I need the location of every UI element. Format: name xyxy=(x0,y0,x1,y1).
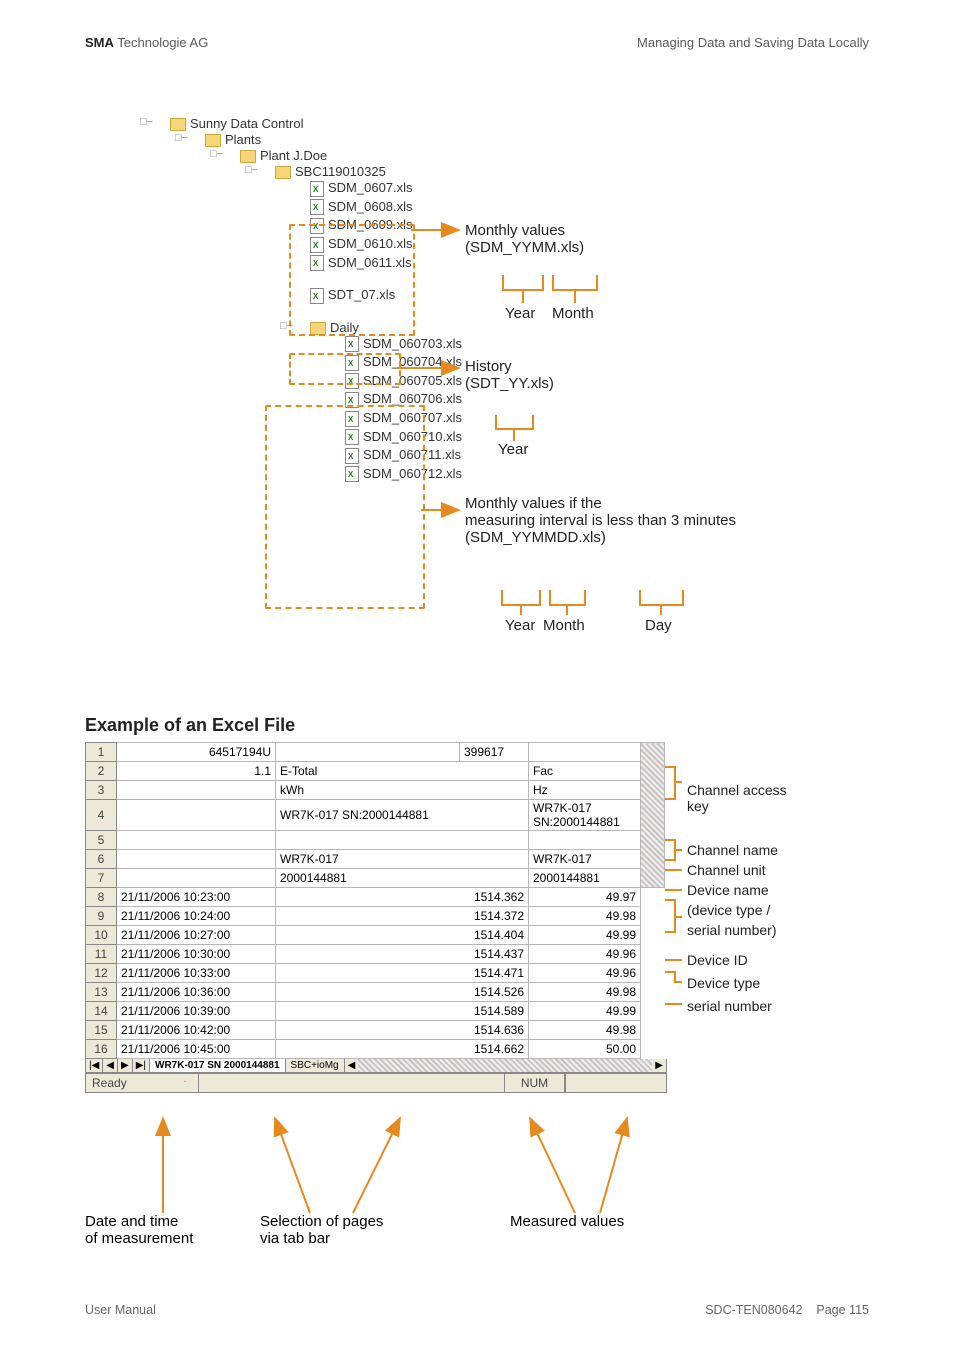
dash-box-daily xyxy=(265,405,425,609)
folder-icon xyxy=(275,166,291,179)
annot-year1: Year xyxy=(505,305,535,322)
folder-icon xyxy=(205,134,221,147)
annot-monthly: Monthly values(SDM_YYMM.xls) xyxy=(465,222,584,256)
footer-labels: Date and timeof measurement Selection of… xyxy=(85,1213,665,1273)
label-device-type1: (device type / xyxy=(687,902,770,918)
cell: 2000144881 xyxy=(529,869,641,888)
dash-box-history xyxy=(289,353,401,385)
label-channel-unit: Channel unit xyxy=(687,862,766,878)
tree-file: SDM_0607.xls xyxy=(310,179,462,198)
cell: 64517194U xyxy=(117,743,276,762)
xls-icon xyxy=(345,336,359,352)
excel-screenshot: 164517194U399617 21.1E-TotalFac 3kWhHz 4… xyxy=(85,742,665,1273)
cell: WR7K-017 SN:2000144881 xyxy=(276,800,529,831)
annot-history: History(SDT_YY.xls) xyxy=(465,358,554,392)
cell: 1.1 xyxy=(117,762,276,781)
cell: 2000144881 xyxy=(276,869,529,888)
annot-month1: Month xyxy=(552,305,594,322)
tab-bar: |◀ ◀ ▶ ▶| WR7K-017 SN 2000144881 SBC+ioM… xyxy=(85,1059,667,1073)
foot-values: Measured values xyxy=(510,1213,624,1230)
annot-month2: Month xyxy=(543,617,585,634)
dash-box-monthly xyxy=(289,224,415,336)
page-footer: User Manual SDC-TEN080642 Page 115 xyxy=(85,1303,869,1317)
scrollbar-horizontal[interactable] xyxy=(358,1059,652,1072)
page-header: SMA Technologie AG Managing Data and Sav… xyxy=(85,35,869,50)
label-channel-name: Channel name xyxy=(687,842,778,858)
section-heading: Example of an Excel File xyxy=(85,715,869,736)
status-bar: Ready NUM xyxy=(85,1073,667,1093)
tree-diagram: Sunny Data Control Plants Plant J.Doe SB… xyxy=(85,115,869,715)
cell: WR7K-017 xyxy=(276,850,529,869)
tree-file: SDM_060703.xls xyxy=(345,335,462,354)
cell: Fac xyxy=(529,762,641,781)
label-device-type2: serial number) xyxy=(687,922,776,938)
section-title-header: Managing Data and Saving Data Locally xyxy=(637,35,869,50)
sheet-tab-active[interactable]: WR7K-017 SN 2000144881 xyxy=(150,1059,286,1072)
label-device-type: Device type xyxy=(687,975,760,991)
label-device-name: Device name xyxy=(687,882,769,898)
cell: WR7K-017 xyxy=(529,850,641,869)
cell: kWh xyxy=(276,781,529,800)
xls-icon xyxy=(310,181,324,197)
annot-day: Day xyxy=(645,617,672,634)
status-num: NUM xyxy=(504,1074,565,1092)
brand-bold: SMA xyxy=(85,35,114,50)
label-device-id: Device ID xyxy=(687,952,748,968)
label-serial: serial number xyxy=(687,998,772,1014)
foot-date: Date and timeof measurement xyxy=(85,1213,193,1247)
folder-icon xyxy=(170,118,186,131)
sheet-tab[interactable]: SBC+ioMg xyxy=(286,1059,345,1072)
cell: 399617 xyxy=(460,743,529,762)
annot-year2: Year xyxy=(498,441,528,458)
nav-prev[interactable]: ◀ xyxy=(103,1059,118,1072)
annot-year3: Year xyxy=(505,617,535,634)
folder-icon xyxy=(240,150,256,163)
label-channel-access: Channel accesskey xyxy=(687,782,787,814)
cell: WR7K-017 SN:2000144881 xyxy=(529,800,641,831)
footer-right: SDC-TEN080642 Page 115 xyxy=(705,1303,869,1317)
nav-next[interactable]: ▶ xyxy=(118,1059,133,1072)
annot-daily: Monthly values if themeasuring interval … xyxy=(465,495,736,546)
foot-tabs: Selection of pagesvia tab bar xyxy=(260,1213,383,1247)
tree-file: SDM_0608.xls xyxy=(310,198,462,217)
status-ready: Ready xyxy=(86,1074,199,1092)
cell: Hz xyxy=(529,781,641,800)
nav-first[interactable]: |◀ xyxy=(86,1059,103,1072)
scrollbar-vertical[interactable] xyxy=(641,743,665,888)
footer-left: User Manual xyxy=(85,1303,156,1317)
brand: SMA Technologie AG xyxy=(85,35,208,50)
brand-rest: Technologie AG xyxy=(114,35,208,50)
xls-icon xyxy=(310,199,324,215)
nav-last[interactable]: ▶| xyxy=(133,1059,150,1072)
cell: E-Total xyxy=(276,762,529,781)
